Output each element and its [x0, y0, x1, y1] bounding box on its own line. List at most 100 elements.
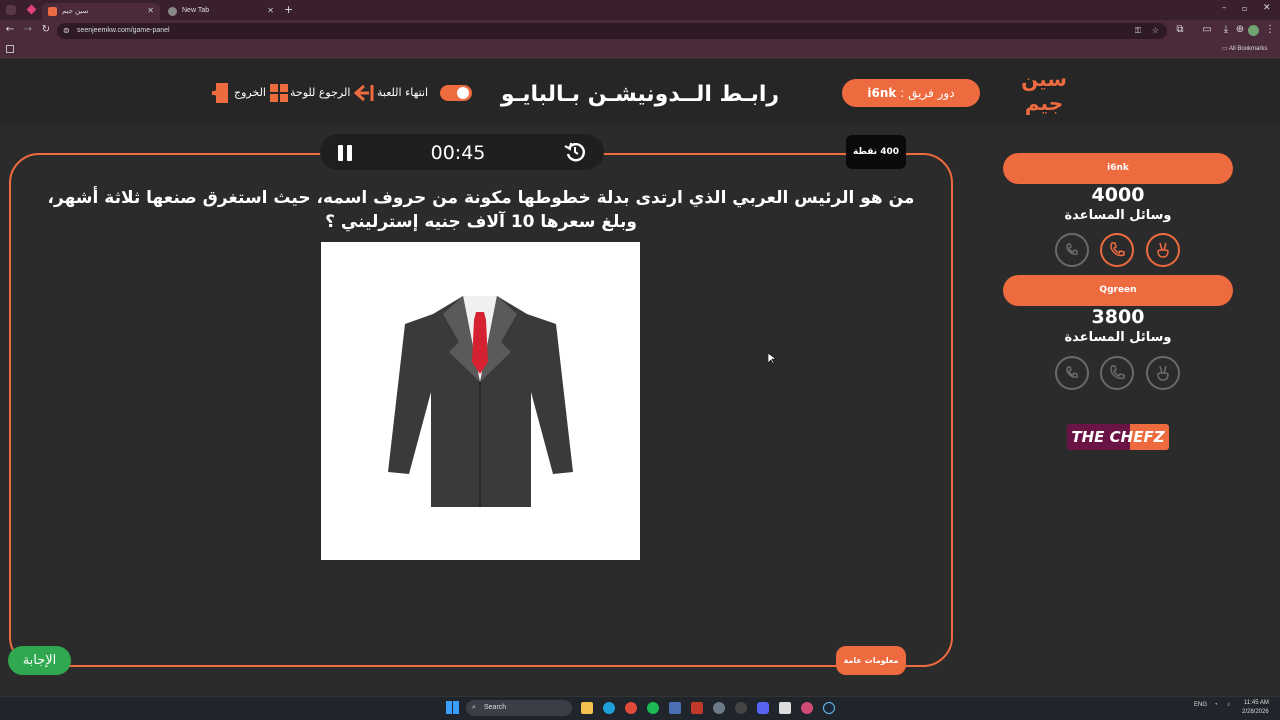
url-input[interactable]: ⊜ seenjeemkw.com/game-panel ⚿ ☆: [57, 23, 1167, 39]
extensions-icon[interactable]: ⧉: [1174, 24, 1186, 35]
favicon-icon: [48, 7, 57, 16]
url-text: seenjeemkw.com/game-panel: [77, 27, 170, 34]
obs-icon[interactable]: [735, 702, 747, 714]
question-text: من هو الرئيس العربي الذي ارتدى بدلة خطوط…: [47, 188, 915, 232]
suit-image: [388, 296, 573, 507]
tab-label: New Tab: [182, 7, 210, 14]
close-tab-icon[interactable]: ✕: [267, 6, 274, 15]
seenjeem-logo[interactable]: سين جيم: [1018, 66, 1070, 118]
sponsor-right: CHEFZ: [1109, 428, 1165, 446]
tray-network-icon[interactable]: ◔: [1214, 702, 1218, 708]
chrome-icon: [168, 7, 177, 16]
team-2-name: Qgreen: [1003, 275, 1233, 306]
svg-text:جيم: جيم: [1025, 91, 1063, 115]
password-key-icon[interactable]: ⚿: [1135, 26, 1141, 36]
download-icon[interactable]: ⤓: [1220, 24, 1232, 35]
back-icon[interactable]: ←: [4, 24, 16, 35]
end-game-toggle[interactable]: [440, 85, 472, 101]
reload-icon[interactable]: ↻: [40, 24, 52, 35]
phone-swap-icon: [1066, 366, 1078, 378]
folder-icon: ▭: [1222, 46, 1228, 52]
tab-search-icon[interactable]: [6, 5, 16, 15]
apps-grid-icon[interactable]: [6, 45, 14, 53]
back-to-board-button[interactable]: الرجوع للوحة: [290, 83, 350, 103]
back-to-board-label: الرجوع للوحة: [290, 86, 351, 99]
tray-lang[interactable]: ENG: [1194, 702, 1207, 708]
menu-icon[interactable]: ⋮: [1264, 24, 1276, 35]
new-tab-icon[interactable]: +: [284, 3, 293, 16]
points-badge: 400 نقطة: [846, 135, 906, 169]
all-bookmarks-label: All Bookmarks: [1229, 46, 1268, 52]
close-window-icon[interactable]: ✕: [1263, 3, 1271, 13]
grid-icon[interactable]: [270, 84, 288, 102]
sponsor-left: THE: [1071, 428, 1105, 446]
profile-avatar[interactable]: [1248, 25, 1259, 36]
team-1-double-points-button[interactable]: [1055, 233, 1089, 267]
team-1-two-answers-button[interactable]: [1146, 233, 1180, 267]
team-2-call-friend-button[interactable]: [1100, 356, 1134, 390]
bookmark-star-icon[interactable]: ☆: [1152, 26, 1159, 35]
team-turn-name: i6nk: [867, 86, 897, 100]
taskbar-search-label: Search: [484, 704, 507, 711]
reset-timer-button[interactable]: [564, 141, 586, 163]
all-bookmarks[interactable]: ▭ All Bookmarks: [1222, 45, 1267, 52]
address-bar: ← → ↻ ⊜ seenjeemkw.com/game-panel ⚿ ☆ ⧉ …: [0, 20, 1280, 42]
site-info-icon[interactable]: ⊜: [63, 26, 70, 35]
team-2-two-answers-button[interactable]: [1146, 356, 1180, 390]
tray-time[interactable]: 11:45 AM: [1244, 700, 1269, 706]
answer-button[interactable]: الإجابة: [8, 646, 71, 675]
app-window-icon[interactable]: [669, 702, 681, 714]
app-icon: [26, 4, 37, 15]
chrome-taskbar-icon[interactable]: [625, 702, 637, 714]
pause-button[interactable]: [335, 143, 355, 163]
settings-icon[interactable]: [713, 702, 725, 714]
file-explorer-icon[interactable]: [581, 702, 593, 714]
minimize-icon[interactable]: –: [1222, 3, 1227, 13]
sidebar-icon[interactable]: ▭: [1201, 24, 1213, 35]
sponsor-logo[interactable]: THE CHEFZ: [1067, 424, 1169, 450]
bookmarks-bar: ▭ All Bookmarks: [0, 42, 1280, 58]
media-app-icon[interactable]: [691, 702, 703, 714]
team-turn-prefix: دور فريق :: [900, 86, 955, 100]
team-2-double-points-button[interactable]: [1055, 356, 1089, 390]
team-2-helpers-label: وسائل المساعدة: [1064, 330, 1172, 345]
close-tab-icon[interactable]: ✕: [147, 6, 154, 15]
pause-icon: [338, 145, 352, 161]
toggle-knob-icon: [457, 87, 469, 99]
app-icon-3[interactable]: [801, 702, 813, 714]
end-game-button[interactable]: انتهاء اللعبة: [377, 83, 428, 103]
tray-volume-icon[interactable]: ♪: [1227, 702, 1230, 708]
exit-door-icon[interactable]: [212, 83, 230, 103]
tab-new-tab[interactable]: New Tab ✕: [162, 3, 280, 20]
tray-date[interactable]: 2/28/2026: [1242, 709, 1269, 715]
game-title: رابـط الــدونيشـن بـالبايـو: [500, 82, 780, 107]
start-button-icon[interactable]: [446, 701, 459, 714]
phone-icon: [1110, 242, 1125, 257]
app-icon-2[interactable]: [779, 702, 791, 714]
team-1-score: 4000: [1091, 184, 1145, 206]
peace-hand-icon: [1157, 365, 1169, 381]
arrow-left-icon[interactable]: [352, 84, 374, 102]
discord-icon[interactable]: [757, 702, 769, 714]
taskbar-search-input[interactable]: ⌕ Search: [466, 700, 572, 716]
phone-swap-icon: [1066, 243, 1078, 255]
steam-icon[interactable]: [823, 702, 835, 714]
edge-icon[interactable]: [603, 702, 615, 714]
windows-taskbar: [0, 696, 1280, 720]
category-badge: معلومات عامة: [836, 646, 906, 675]
forward-icon[interactable]: →: [22, 24, 34, 35]
exit-button[interactable]: الخروج: [234, 83, 266, 103]
spotify-icon[interactable]: [647, 702, 659, 714]
mouse-cursor-icon: [768, 353, 776, 365]
restart-icon: [564, 142, 585, 162]
question-image: [321, 242, 640, 560]
translate-icon[interactable]: ⊕: [1234, 24, 1246, 35]
tab-seenjeem[interactable]: سين جيم ✕: [42, 3, 160, 20]
browser-tab-strip: سين جيم ✕ New Tab ✕ + – ▫ ✕: [0, 0, 1280, 20]
svg-text:سين: سين: [1021, 67, 1067, 91]
team-1-call-friend-button[interactable]: [1100, 233, 1134, 267]
timer-display: 00:45: [430, 142, 486, 164]
end-game-label: انتهاء اللعبة: [377, 86, 429, 99]
tab-label: سين جيم: [62, 8, 89, 15]
maximize-icon[interactable]: ▫: [1242, 4, 1247, 13]
